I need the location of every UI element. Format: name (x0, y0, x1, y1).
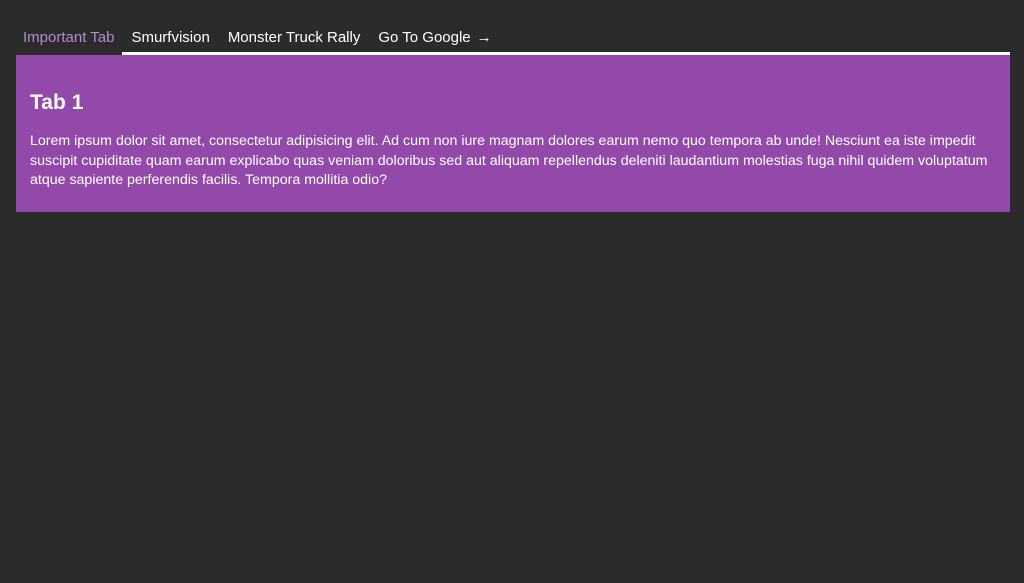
tab-smurfvision-label: Smurfvision (131, 29, 210, 46)
tab-monster-truck-rally[interactable]: Monster Truck Rally (219, 20, 370, 55)
tab-panel: Tab 1 Lorem ipsum dolor sit amet, consec… (16, 55, 1010, 212)
tab-bar: Important Tab Smurfvision Monster Truck … (16, 20, 1010, 55)
tab-monster-truck-rally-label: Monster Truck Rally (227, 29, 361, 46)
tab-important[interactable]: Important Tab (16, 20, 123, 55)
tab-go-to-google-label: Go To Google (378, 29, 471, 46)
tab-important-label: Important Tab (23, 29, 115, 46)
arrow-right-icon: → (476, 29, 492, 46)
panel-title: Tab 1 (30, 91, 84, 114)
panel-body-text: Lorem ipsum dolor sit amet, consectetur … (30, 133, 988, 188)
tab-go-to-google-link[interactable]: Go To Google → (369, 20, 500, 55)
tab-smurfvision[interactable]: Smurfvision (122, 20, 218, 55)
tabs-component: Important Tab Smurfvision Monster Truck … (16, 20, 1010, 212)
